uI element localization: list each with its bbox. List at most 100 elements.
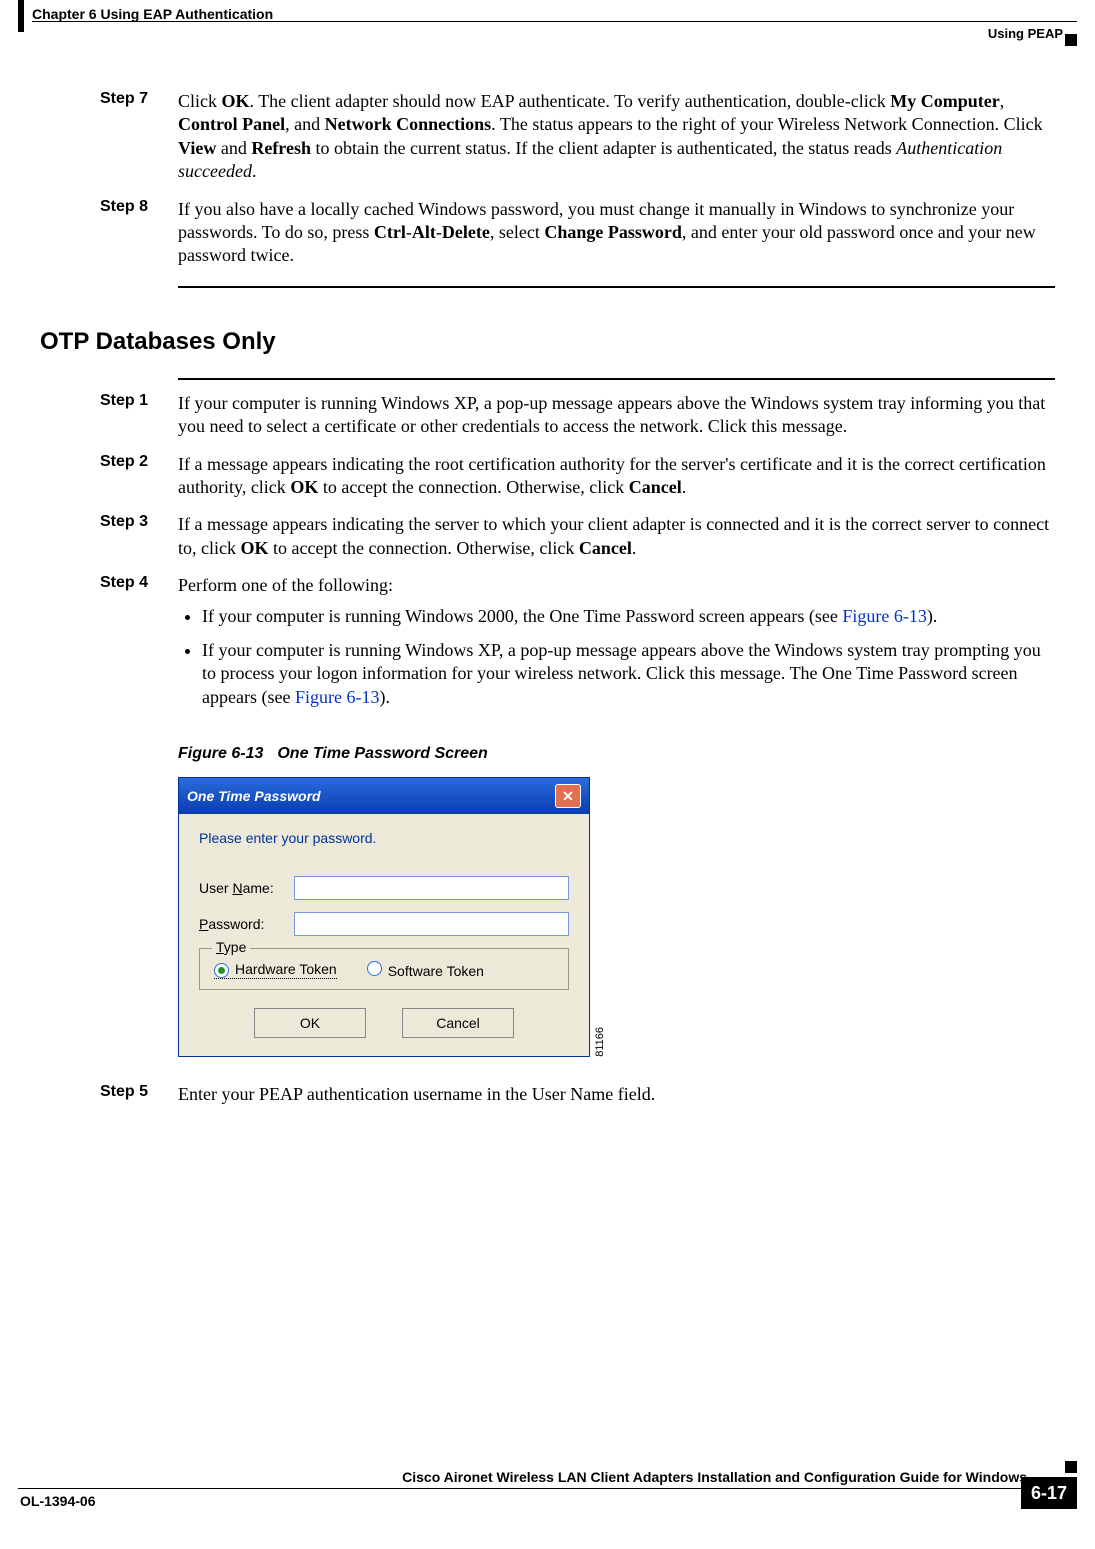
- t: O: [300, 1015, 311, 1031]
- dialog-body: Please enter your password. User Name: P…: [179, 814, 589, 1056]
- one-time-password-dialog: One Time Password ✕ Please enter your pa…: [178, 777, 590, 1057]
- step-7-body: Click OK. The client adapter should now …: [178, 90, 1055, 184]
- footer-right-block: [1065, 1461, 1077, 1473]
- t: ardware Token: [245, 961, 337, 977]
- footer-page-number: 6-17: [1021, 1477, 1077, 1509]
- step-8-row: Step 8 If you also have a locally cached…: [100, 198, 1055, 268]
- t: Refresh: [251, 138, 311, 158]
- otp-step-3-body: If a message appears indicating the serv…: [178, 513, 1055, 560]
- bullet-1: If your computer is running Windows 2000…: [202, 605, 1055, 628]
- t: Cancel: [579, 538, 632, 558]
- t: User: [199, 880, 232, 896]
- t: Enter your PEAP authentication username …: [178, 1084, 655, 1104]
- t: , select: [490, 222, 544, 242]
- password-input[interactable]: [294, 912, 569, 936]
- footer-book-title: Cisco Aironet Wireless LAN Client Adapte…: [402, 1469, 1027, 1485]
- step-8-body: If you also have a locally cached Window…: [178, 198, 1055, 268]
- t: , and: [285, 114, 325, 134]
- t: My Computer: [890, 91, 999, 111]
- t: assword:: [208, 916, 264, 932]
- t: H: [235, 961, 245, 977]
- t: If your computer is running Windows XP, …: [178, 393, 1045, 436]
- procedure-end-rule: [178, 286, 1055, 288]
- t: OK: [240, 538, 268, 558]
- otp-step-5-body: Enter your PEAP authentication username …: [178, 1083, 1055, 1106]
- t: to accept the connection. Otherwise, cli…: [318, 477, 628, 497]
- footer-doc-id: OL-1394-06: [20, 1493, 95, 1509]
- content: Step 7 Click OK. The client adapter shou…: [100, 90, 1055, 1120]
- t: View: [178, 138, 216, 158]
- figure-number: Figure 6-13: [178, 745, 263, 762]
- dialog-message: Please enter your password.: [199, 830, 569, 846]
- t: OK: [222, 91, 250, 111]
- link-figure-6-13[interactable]: Figure 6-13: [295, 687, 380, 707]
- otp-step-2-label: Step 2: [100, 453, 178, 471]
- t: K: [311, 1015, 320, 1031]
- type-radio-row: Hardware Token Software Token: [214, 961, 554, 979]
- otp-step-4-label: Step 4: [100, 574, 178, 592]
- type-legend: Type: [212, 939, 250, 955]
- t: If your computer is running Windows 2000…: [202, 606, 842, 626]
- radio-icon: [367, 961, 382, 976]
- otp-step-5-label: Step 5: [100, 1083, 178, 1101]
- bullet-2: If your computer is running Windows XP, …: [202, 639, 1055, 709]
- otp-step-2-row: Step 2 If a message appears indicating t…: [100, 453, 1055, 500]
- t: OK: [290, 477, 318, 497]
- otp-step-1-label: Step 1: [100, 392, 178, 410]
- header-chapter: Chapter 6 Using EAP Authentication: [32, 6, 273, 22]
- otp-step-4-bullets: If your computer is running Windows 2000…: [178, 605, 1055, 709]
- t: T: [216, 939, 224, 955]
- otp-step-1-row: Step 1 If your computer is running Windo…: [100, 392, 1055, 439]
- ok-button[interactable]: OK: [254, 1008, 366, 1038]
- page: Chapter 6 Using EAP Authentication Using…: [0, 0, 1095, 1549]
- header-rule: [32, 21, 1077, 22]
- otp-step-1-body: If your computer is running Windows XP, …: [178, 392, 1055, 439]
- t: S: [388, 963, 397, 979]
- otp-step-2-body: If a message appears indicating the root…: [178, 453, 1055, 500]
- t: .: [682, 477, 687, 497]
- t: . The status appears to the right of you…: [491, 114, 1043, 134]
- otp-step-4-body: Perform one of the following: If your co…: [178, 574, 1055, 719]
- t: P: [199, 916, 208, 932]
- otp-step-3-label: Step 3: [100, 513, 178, 531]
- figure-6-13: One Time Password ✕ Please enter your pa…: [178, 777, 1055, 1057]
- t: to obtain the current status. If the cli…: [311, 138, 896, 158]
- type-groupbox: Type Hardware Token Software Token: [199, 948, 569, 990]
- t: Delete: [442, 222, 490, 242]
- figure-title: One Time Password Screen: [277, 745, 487, 762]
- t: oftware Token: [397, 963, 484, 979]
- section-heading-otp: OTP Databases Only: [40, 328, 1055, 356]
- t: Change Password: [544, 222, 682, 242]
- password-label: Password:: [199, 916, 294, 932]
- t: Cancel: [629, 477, 682, 497]
- step-8-label: Step 8: [100, 198, 178, 216]
- dialog-button-row: OK Cancel: [199, 1008, 569, 1038]
- otp-step-4-row: Step 4 Perform one of the following: If …: [100, 574, 1055, 719]
- t: Ctrl: [374, 222, 406, 242]
- header-right-block: [1065, 34, 1077, 46]
- t: ).: [927, 606, 938, 626]
- username-label: User Name:: [199, 880, 294, 896]
- header-left-bar: [18, 0, 24, 32]
- radio-icon: [214, 963, 229, 978]
- figure-side-tag: 81166: [594, 1027, 606, 1057]
- t: . The client adapter should now EAP auth…: [250, 91, 891, 111]
- password-row: Password:: [199, 912, 569, 936]
- t: .: [632, 538, 637, 558]
- link-figure-6-13[interactable]: Figure 6-13: [842, 606, 927, 626]
- t: ,: [1000, 91, 1005, 111]
- close-icon[interactable]: ✕: [555, 784, 581, 808]
- t: ).: [379, 687, 390, 707]
- otp-step-5-row: Step 5 Enter your PEAP authentication us…: [100, 1083, 1055, 1106]
- t: Network Connections: [325, 114, 492, 134]
- radio-software-token[interactable]: Software Token: [367, 961, 484, 979]
- cancel-button[interactable]: Cancel: [402, 1008, 514, 1038]
- step-7-row: Step 7 Click OK. The client adapter shou…: [100, 90, 1055, 184]
- t: and: [216, 138, 251, 158]
- dialog-title-bar: One Time Password ✕: [179, 778, 589, 814]
- username-input[interactable]: [294, 876, 569, 900]
- radio-hardware-token[interactable]: Hardware Token: [214, 961, 337, 979]
- step-7-label: Step 7: [100, 90, 178, 108]
- footer-rule: [18, 1488, 1037, 1489]
- dialog-title-text: One Time Password: [187, 788, 321, 804]
